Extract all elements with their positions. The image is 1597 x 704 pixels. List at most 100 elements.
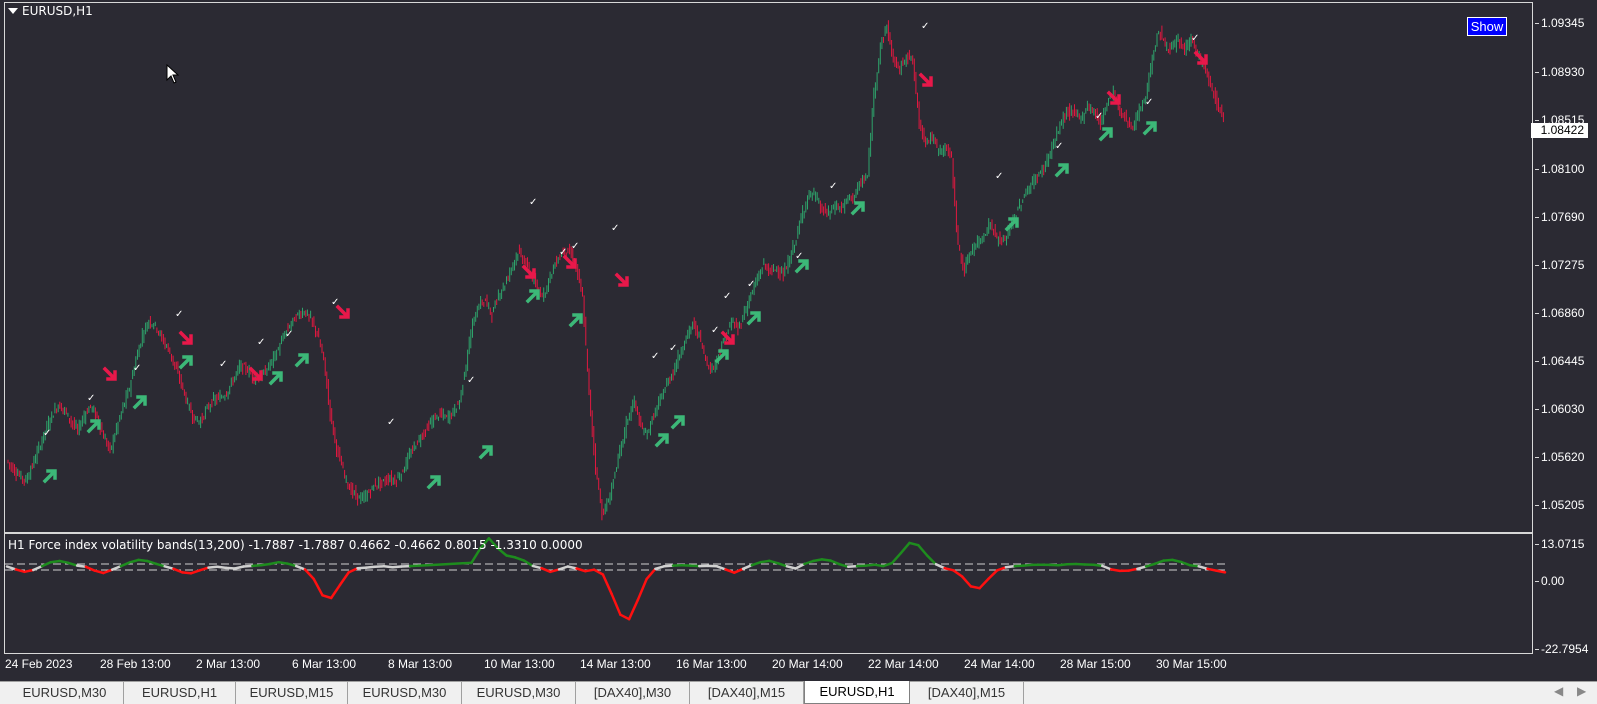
chart-tab[interactable]: EURUSD,H1 <box>804 681 910 704</box>
force-index-segment <box>1153 559 1165 566</box>
chart-tab[interactable]: [DAX40],M15 <box>910 682 1024 704</box>
price-tick-label: 1.06030 <box>1534 402 1585 416</box>
symbol-menu-caret-icon[interactable] <box>8 8 18 14</box>
force-index-segment <box>259 562 272 567</box>
force-index-segment <box>1101 564 1113 571</box>
buy-arrow-icon <box>294 353 309 368</box>
force-index-segment <box>952 569 964 578</box>
force-index-segment <box>987 569 999 581</box>
force-index-segment <box>619 613 631 621</box>
force-index-segment <box>224 566 237 570</box>
checkmark-icon: ✓ <box>1095 111 1103 122</box>
force-index-segment <box>934 562 946 570</box>
force-index-segment <box>610 592 622 616</box>
force-index-segment <box>303 568 315 581</box>
force-index-segment <box>1171 558 1183 564</box>
force-index-segment <box>654 565 666 571</box>
show-button[interactable]: Show <box>1467 17 1507 36</box>
force-index-segment <box>1127 567 1139 572</box>
price-tick-label: 1.09345 <box>1534 16 1585 30</box>
checkmark-icon: ✓ <box>467 375 475 386</box>
chart-tab[interactable]: [DAX40],M30 <box>576 682 690 704</box>
checkmark-icon: ✓ <box>571 241 579 252</box>
force-index-segment <box>662 564 675 568</box>
indicator-label: H1 Force index volatility bands(13,200) … <box>8 538 583 552</box>
buy-arrow-icon <box>746 311 761 326</box>
chart-tab[interactable]: EURUSD,M30 <box>462 682 576 704</box>
tab-scroll-left-icon[interactable]: ◀ <box>1554 684 1563 698</box>
chart-tab[interactable]: EURUSD,M30 <box>6 682 124 704</box>
force-index-segment <box>855 564 867 568</box>
checkmark-icon: ✓ <box>829 181 837 192</box>
force-index-segment <box>207 565 219 569</box>
force-index-segment <box>145 559 158 566</box>
price-tick-label: 1.05205 <box>1534 498 1585 512</box>
force-index-segment <box>917 543 929 557</box>
buy-arrow-icon <box>654 433 669 448</box>
checkmark-icon: ✓ <box>387 417 395 428</box>
chart-tab[interactable]: [DAX40],M15 <box>690 682 804 704</box>
buy-arrow-icon <box>850 201 865 216</box>
force-index-segment <box>584 568 596 573</box>
force-index-segment <box>49 559 61 564</box>
time-tick-label: 24 Mar 14:00 <box>964 657 1035 671</box>
checkmark-icon: ✓ <box>921 21 929 32</box>
force-index-segment <box>899 541 911 555</box>
force-index-segment <box>873 563 885 568</box>
force-index-segment <box>864 563 876 567</box>
force-index-segment <box>513 556 526 562</box>
mouse-pointer-icon <box>166 64 180 84</box>
force-index-segment <box>382 565 394 569</box>
checkmark-icon: ✓ <box>747 279 755 290</box>
force-index-segment <box>601 573 613 596</box>
chart-tab[interactable]: EURUSD,M30 <box>348 682 462 704</box>
price-chart[interactable]: ✓ ✓ ✓ ✓ ✓ ✓ ✓ ✓ ✓ ✓ ✓ ✓ ✓ ✓ ✓ ✓ ✓ ✓ ✓ ✓ ✓ ✓ ✓ ✓ ✓ ✓ ✓ <box>5 3 1532 532</box>
force-index-segment <box>1092 563 1104 568</box>
force-index-segment <box>1022 563 1034 567</box>
force-index-segment <box>846 564 859 569</box>
force-index-segment <box>75 564 88 569</box>
force-index-segment <box>163 565 175 571</box>
force-index-segment <box>338 571 350 587</box>
time-tick-label: 6 Mar 13:00 <box>292 657 357 671</box>
checkmark-icon: ✓ <box>669 343 677 354</box>
checkmark-icon: ✓ <box>711 325 719 336</box>
buy-arrow-icon <box>478 445 493 460</box>
force-index-segment <box>838 562 850 569</box>
force-index-segment <box>890 551 903 565</box>
force-index-segment <box>426 563 438 567</box>
time-tick-label: 10 Mar 13:00 <box>484 657 555 671</box>
chart-tab[interactable]: EURUSD,H1 <box>124 682 236 704</box>
force-index-segment <box>110 564 123 571</box>
sell-arrow-icon <box>178 330 193 345</box>
time-tick-label: 24 Feb 2023 <box>5 657 73 671</box>
force-index-segment <box>356 566 368 570</box>
force-index-segment <box>312 577 324 597</box>
buy-arrow-icon <box>1004 217 1019 232</box>
force-index-segment <box>1057 562 1069 567</box>
force-index-segment <box>978 577 990 590</box>
force-index-segment <box>575 567 587 573</box>
checkmark-icon: ✓ <box>331 297 339 308</box>
force-index-segment <box>636 577 648 602</box>
force-index-segment <box>1004 564 1016 569</box>
checkmark-icon: ✓ <box>559 247 567 258</box>
time-tick-label: 28 Mar 15:00 <box>1060 657 1131 671</box>
current-price-label: 1.08422 <box>1531 123 1588 138</box>
time-tick-label: 20 Mar 14:00 <box>772 657 843 671</box>
force-index-segment <box>811 558 824 563</box>
force-index-segment <box>329 583 342 600</box>
tab-scroll-right-icon[interactable]: ▶ <box>1577 684 1586 698</box>
checkmark-icon: ✓ <box>795 251 803 262</box>
time-tick-label: 2 Mar 13:00 <box>196 657 261 671</box>
buy-arrow-icon <box>426 475 441 490</box>
force-index-segment <box>531 564 543 570</box>
price-tick-label: 1.08930 <box>1534 65 1585 79</box>
force-index-segment <box>391 565 403 569</box>
force-index-segment <box>277 560 289 565</box>
price-tick-label: 1.06860 <box>1534 306 1585 320</box>
chart-tab[interactable]: EURUSD,M15 <box>236 682 348 704</box>
force-index-segment <box>1188 563 1200 568</box>
checkmark-icon: ✓ <box>1145 97 1153 108</box>
sell-arrow-icon <box>102 366 117 381</box>
